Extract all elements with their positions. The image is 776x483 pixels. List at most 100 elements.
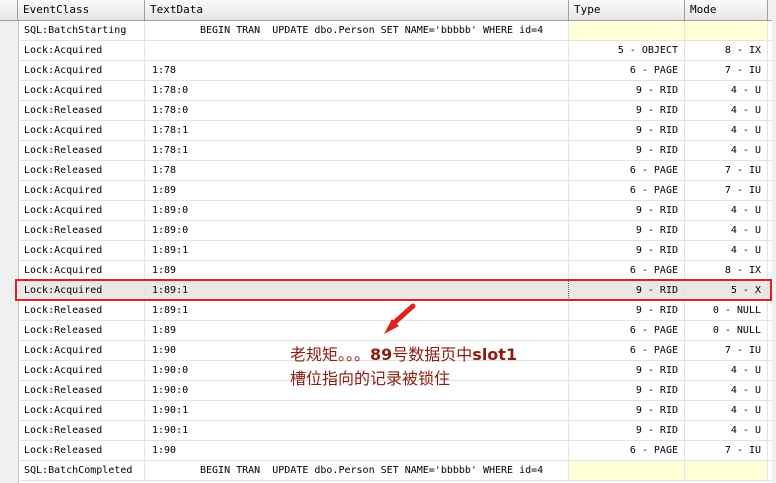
cell-eventclass: Lock:Released — [18, 101, 145, 120]
cell-type: 9 - RID — [569, 241, 685, 260]
cell-type: 9 - RID — [569, 361, 685, 380]
cell-type: 9 - RID — [569, 301, 685, 320]
table-row[interactable]: SQL:BatchCompleted BEGIN TRAN UPDATE dbo.… — [18, 461, 776, 481]
table-row[interactable]: Lock:Released 1:90 6 - PAGE 7 - IU — [18, 441, 776, 461]
grid-header: EventClass TextData Type Mode — [0, 0, 776, 21]
cell-type — [569, 461, 685, 480]
annotation-line1-prefix: 老规矩。。。 — [290, 345, 371, 364]
table-row[interactable]: Lock:Acquired 1:89:0 9 - RID 4 - U — [18, 201, 776, 221]
cell-eventclass: Lock:Released — [18, 441, 145, 460]
table-row[interactable]: Lock:Acquired 5 - OBJECT 8 - IX — [18, 41, 776, 61]
cell-textdata: 1:89:0 — [145, 221, 569, 240]
cell-mode: 7 - IU — [685, 181, 768, 200]
cell-mode: 4 - U — [685, 141, 768, 160]
cell-type: 9 - RID — [569, 81, 685, 100]
cell-type: 9 - RID — [569, 101, 685, 120]
cell-mode: 7 - IU — [685, 341, 768, 360]
cell-mode: 4 - U — [685, 241, 768, 260]
table-row[interactable]: Lock:Acquired 1:78:0 9 - RID 4 - U — [18, 81, 776, 101]
cell-mode: 4 - U — [685, 361, 768, 380]
cell-eventclass: Lock:Released — [18, 221, 145, 240]
cell-textdata: 1:90:1 — [145, 401, 569, 420]
cell-type: 6 - PAGE — [569, 181, 685, 200]
cell-eventclass: Lock:Released — [18, 161, 145, 180]
cell-textdata: 1:78:0 — [145, 81, 569, 100]
cell-textdata: BEGIN TRAN UPDATE dbo.Person SET NAME='b… — [145, 21, 569, 40]
highlight-box — [15, 279, 772, 301]
cell-type: 6 - PAGE — [569, 61, 685, 80]
column-header-eventclass[interactable]: EventClass — [18, 0, 145, 20]
cell-eventclass: Lock:Acquired — [18, 201, 145, 220]
arrow-icon — [384, 303, 416, 334]
cell-textdata: 1:78 — [145, 161, 569, 180]
annotation-note: 老规矩。。。89号数据页中slot1 槽位指向的记录被锁住 — [290, 343, 517, 391]
header-corner — [0, 0, 18, 20]
cell-textdata: 1:78 — [145, 61, 569, 80]
cell-eventclass: Lock:Acquired — [18, 241, 145, 260]
table-row[interactable]: Lock:Acquired 1:89 6 - PAGE 7 - IU — [18, 181, 776, 201]
cell-type: 9 - RID — [569, 421, 685, 440]
cell-textdata: 1:90:1 — [145, 421, 569, 440]
column-header-type[interactable]: Type — [569, 0, 685, 20]
table-row[interactable]: Lock:Released 1:78:0 9 - RID 4 - U — [18, 101, 776, 121]
cell-eventclass: Lock:Acquired — [18, 341, 145, 360]
cell-textdata: 1:78:0 — [145, 101, 569, 120]
cell-eventclass: SQL:BatchStarting — [18, 21, 145, 40]
cell-mode — [685, 21, 768, 40]
cell-eventclass: Lock:Released — [18, 301, 145, 320]
column-header-mode[interactable]: Mode — [685, 0, 768, 20]
cell-eventclass: SQL:BatchCompleted — [18, 461, 145, 480]
annotation-line2: 槽位指向的记录被锁住 — [290, 369, 451, 388]
table-row[interactable]: Lock:Acquired 1:89 6 - PAGE 8 - IX — [18, 261, 776, 281]
annotation-line1-mid: 号数据页中 — [392, 345, 473, 364]
cell-mode: 0 - NULL — [685, 321, 768, 340]
scrollbar-edge[interactable] — [772, 0, 776, 483]
table-row[interactable]: Lock:Released 1:78:1 9 - RID 4 - U — [18, 141, 776, 161]
column-header-textdata[interactable]: TextData — [145, 0, 569, 20]
table-row[interactable]: Lock:Released 1:89:0 9 - RID 4 - U — [18, 221, 776, 241]
cell-type: 9 - RID — [569, 381, 685, 400]
table-row[interactable]: Lock:Acquired 1:90:1 9 - RID 4 - U — [18, 401, 776, 421]
cell-mode: 4 - U — [685, 81, 768, 100]
cell-textdata: 1:89 — [145, 321, 569, 340]
cell-type: 5 - OBJECT — [569, 41, 685, 60]
table-row[interactable]: Lock:Released 1:90:1 9 - RID 4 - U — [18, 421, 776, 441]
cell-eventclass: Lock:Released — [18, 141, 145, 160]
cell-textdata: 1:78:1 — [145, 141, 569, 160]
cell-type: 9 - RID — [569, 141, 685, 160]
cell-textdata: 1:89:1 — [145, 241, 569, 260]
table-row[interactable]: Lock:Acquired 1:78 6 - PAGE 7 - IU — [18, 61, 776, 81]
cell-eventclass: Lock:Acquired — [18, 61, 145, 80]
cell-textdata: 1:89:0 — [145, 201, 569, 220]
cell-textdata: 1:89:1 — [145, 301, 569, 320]
cell-mode: 0 - NULL — [685, 301, 768, 320]
cell-mode: 7 - IU — [685, 61, 768, 80]
cell-textdata: 1:78:1 — [145, 121, 569, 140]
table-row[interactable]: Lock:Released 1:78 6 - PAGE 7 - IU — [18, 161, 776, 181]
cell-eventclass: Lock:Released — [18, 381, 145, 400]
table-row[interactable]: Lock:Acquired 1:89:1 9 - RID 4 - U — [18, 241, 776, 261]
cell-mode: 4 - U — [685, 421, 768, 440]
cell-mode: 7 - IU — [685, 161, 768, 180]
row-gutter — [0, 21, 19, 483]
cell-eventclass: Lock:Acquired — [18, 361, 145, 380]
cell-textdata: 1:89 — [145, 181, 569, 200]
table-row[interactable]: Lock:Acquired 1:78:1 9 - RID 4 - U — [18, 121, 776, 141]
cell-mode: 4 - U — [685, 101, 768, 120]
cell-mode: 8 - IX — [685, 261, 768, 280]
cell-eventclass: Lock:Released — [18, 321, 145, 340]
table-row[interactable]: SQL:BatchStarting BEGIN TRAN UPDATE dbo.P… — [18, 21, 776, 41]
cell-mode: 7 - IU — [685, 441, 768, 460]
cell-type — [569, 21, 685, 40]
cell-mode: 4 - U — [685, 221, 768, 240]
cell-textdata — [145, 41, 569, 60]
cell-mode: 4 - U — [685, 121, 768, 140]
cell-type: 9 - RID — [569, 201, 685, 220]
cell-type: 6 - PAGE — [569, 441, 685, 460]
cell-type: 9 - RID — [569, 221, 685, 240]
cell-eventclass: Lock:Acquired — [18, 121, 145, 140]
annotation-page-number: 89 — [370, 345, 393, 364]
cell-eventclass: Lock:Acquired — [18, 261, 145, 280]
cell-type: 9 - RID — [569, 401, 685, 420]
cell-eventclass: Lock:Acquired — [18, 81, 145, 100]
